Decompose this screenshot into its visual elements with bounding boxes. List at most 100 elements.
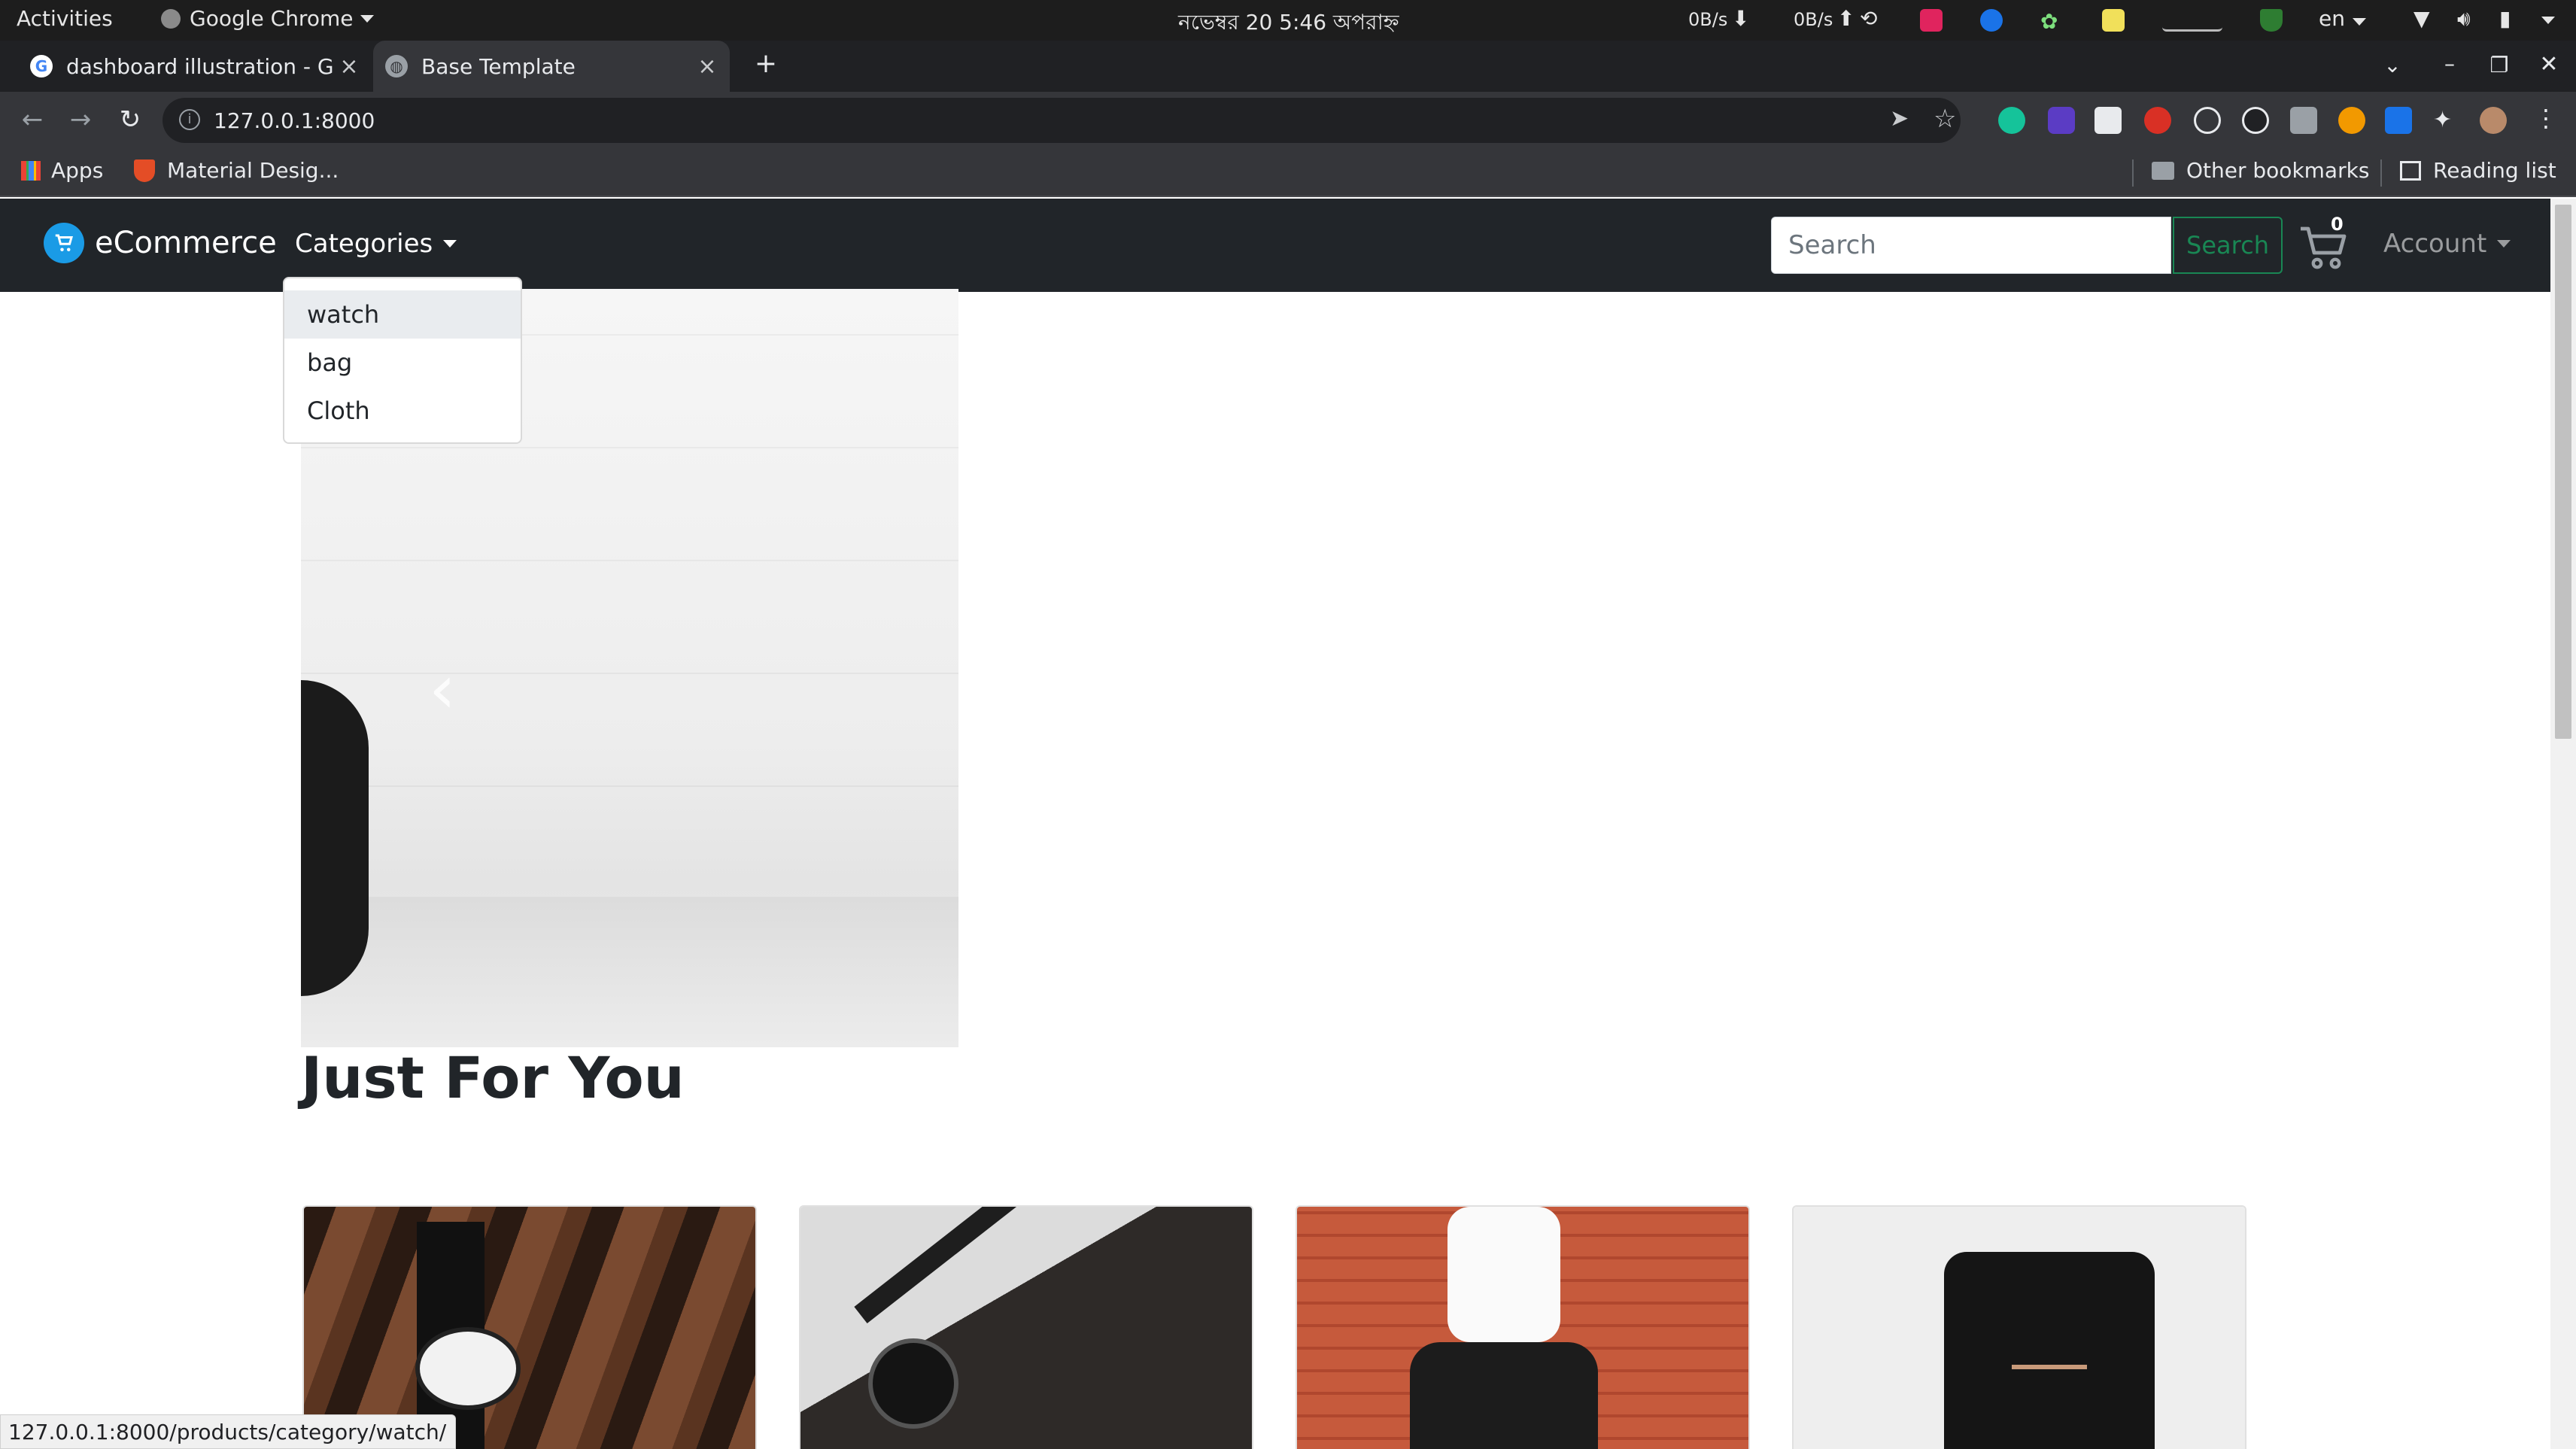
bookmark-apps[interactable]: Apps <box>21 158 103 183</box>
star-icon[interactable]: ☆ <box>1934 104 1956 134</box>
bookmark-material-design[interactable]: Material Desig... <box>134 158 339 183</box>
chevron-down-icon[interactable] <box>2541 17 2555 24</box>
tab-base-template[interactable]: ◍ Base Template × <box>373 41 730 92</box>
folder-icon <box>2152 161 2174 180</box>
product-card[interactable] <box>799 1205 1253 1449</box>
shield-icon[interactable] <box>2260 9 2283 32</box>
brand-name: eCommerce <box>95 226 277 260</box>
product-image <box>304 1207 755 1449</box>
app-menu[interactable]: Google Chrome <box>161 6 375 31</box>
chevron-down-icon <box>2352 18 2366 26</box>
search-button[interactable]: Search <box>2173 217 2283 274</box>
minimize-button[interactable]: – <box>2432 51 2468 76</box>
forward-button[interactable]: → <box>62 101 99 138</box>
floor-shadow <box>301 897 958 1047</box>
arrow-up-icon: ⬆ <box>1837 6 1855 31</box>
account-dropdown-toggle[interactable]: Account <box>2383 229 2511 259</box>
bag-photo <box>301 680 369 996</box>
close-window-button[interactable]: ✕ <box>2531 51 2567 77</box>
categories-dropdown-toggle[interactable]: Categories <box>295 229 457 259</box>
person-shirt <box>1447 1207 1560 1342</box>
new-tab-button[interactable]: + <box>748 48 784 79</box>
bookmark-label: Material Desig... <box>167 158 339 183</box>
address-bar[interactable]: i 127.0.0.1:8000 ➤ ☆ <box>163 98 1961 143</box>
bookmarks-bar: Apps Material Desig... Other bookmarks R… <box>0 149 2576 197</box>
brand-link[interactable]: eCommerce <box>44 223 277 263</box>
chevron-down-icon <box>443 240 457 248</box>
browser-toolbar: ← → ↻ i 127.0.0.1:8000 ➤ ☆ ✦ ⋮ <box>0 92 2576 149</box>
category-item-bag[interactable]: bag <box>284 339 521 387</box>
tab-search-icon[interactable]: ⌄ <box>2374 53 2410 77</box>
tab-dashboard-illustration[interactable]: G dashboard illustration - G × <box>18 41 372 92</box>
bookmark-label: Apps <box>51 158 104 183</box>
categories-dropdown-menu: watch bag Cloth <box>283 277 522 444</box>
watch-face <box>868 1338 958 1429</box>
wall-line <box>301 785 958 787</box>
backpack-trim <box>2012 1365 2087 1369</box>
reload-button[interactable]: ↻ <box>111 101 149 138</box>
wifi-icon[interactable]: ▼ <box>2413 6 2430 31</box>
cart-count-badge: 0 <box>2331 214 2344 235</box>
back-button[interactable]: ← <box>14 101 51 138</box>
teamviewer-icon[interactable] <box>1980 9 2003 32</box>
language-label: en <box>2319 6 2345 31</box>
menu-icon[interactable]: ⋮ <box>2534 104 2558 132</box>
grammarly-icon[interactable] <box>1998 107 2025 134</box>
extension-icon[interactable] <box>2338 107 2365 134</box>
net-up-rate: 0B/s <box>1794 9 1833 30</box>
category-item-cloth[interactable]: Cloth <box>284 387 521 435</box>
wall-line <box>301 560 958 561</box>
reading-list[interactable]: Reading list <box>2400 158 2556 183</box>
extension-icon[interactable] <box>2290 107 2317 134</box>
adblock-icon[interactable] <box>2144 107 2171 134</box>
avatar[interactable] <box>2480 107 2507 134</box>
product-card[interactable] <box>302 1205 757 1449</box>
chrome-icon <box>161 8 181 29</box>
restore-button[interactable]: ❐ <box>2481 53 2517 77</box>
bookmark-label: Other bookmarks <box>2186 158 2370 183</box>
extension-icon[interactable] <box>2048 107 2075 134</box>
watch-face <box>415 1327 521 1410</box>
system-monitor-icon[interactable] <box>2162 9 2222 32</box>
divider <box>2132 159 2134 187</box>
web-page: eCommerce Categories Search 0 Account ‹ <box>0 199 2550 1449</box>
language-indicator[interactable]: en <box>2319 6 2366 31</box>
close-icon[interactable]: × <box>334 53 364 80</box>
send-icon[interactable]: ➤ <box>1890 105 1909 132</box>
cart-icon[interactable] <box>2295 217 2355 277</box>
product-card[interactable] <box>1296 1205 1750 1449</box>
wall-line <box>301 673 958 674</box>
volume-icon[interactable]: 🔊︎ <box>2457 6 2471 32</box>
apps-grid-icon <box>21 160 41 181</box>
puzzle-icon[interactable]: ✦ <box>2433 107 2460 134</box>
activities-button[interactable]: Activities <box>17 6 113 31</box>
close-icon[interactable]: × <box>692 53 722 80</box>
chevron-down-icon <box>2497 240 2511 248</box>
carousel-prev-icon[interactable]: ‹ <box>429 650 456 729</box>
link-status-bubble: 127.0.0.1:8000/products/category/watch/ <box>0 1414 457 1449</box>
page-scrollbar[interactable] <box>2550 199 2576 1449</box>
google-icon: G <box>30 55 53 77</box>
translate-icon[interactable] <box>2385 107 2412 134</box>
battery-icon[interactable]: ▮ <box>2499 6 2511 31</box>
bookmark-other[interactable]: Other bookmarks <box>2152 158 2369 183</box>
notes-icon[interactable] <box>2102 9 2125 32</box>
system-top-bar: Activities Google Chrome নভেম্বর 20 5:46… <box>0 0 2576 41</box>
category-item-watch[interactable]: watch <box>284 290 521 339</box>
tab-title: Base Template <box>421 53 576 79</box>
info-icon[interactable]: i <box>179 109 200 130</box>
tab-title: dashboard illustration - G <box>66 53 334 79</box>
search-input[interactable] <box>1771 217 2171 274</box>
bag-photo <box>1410 1342 1598 1449</box>
clock[interactable]: নভেম্বর 20 5:46 অপরাহ্ন <box>1178 6 1399 41</box>
reading-list-icon <box>2400 160 2421 181</box>
account-label: Account <box>2383 229 2487 259</box>
tab-strip: G dashboard illustration - G × ◍ Base Te… <box>0 41 2576 92</box>
extension-icon[interactable] <box>2242 107 2269 134</box>
extension-icon[interactable] <box>2095 107 2122 134</box>
tray-app-icon[interactable] <box>1920 9 1943 32</box>
product-card[interactable] <box>1792 1205 2246 1449</box>
scrollbar-thumb[interactable] <box>2555 205 2571 739</box>
react-devtools-icon[interactable] <box>2194 107 2221 134</box>
bug-icon[interactable]: ✿ <box>2040 9 2063 34</box>
